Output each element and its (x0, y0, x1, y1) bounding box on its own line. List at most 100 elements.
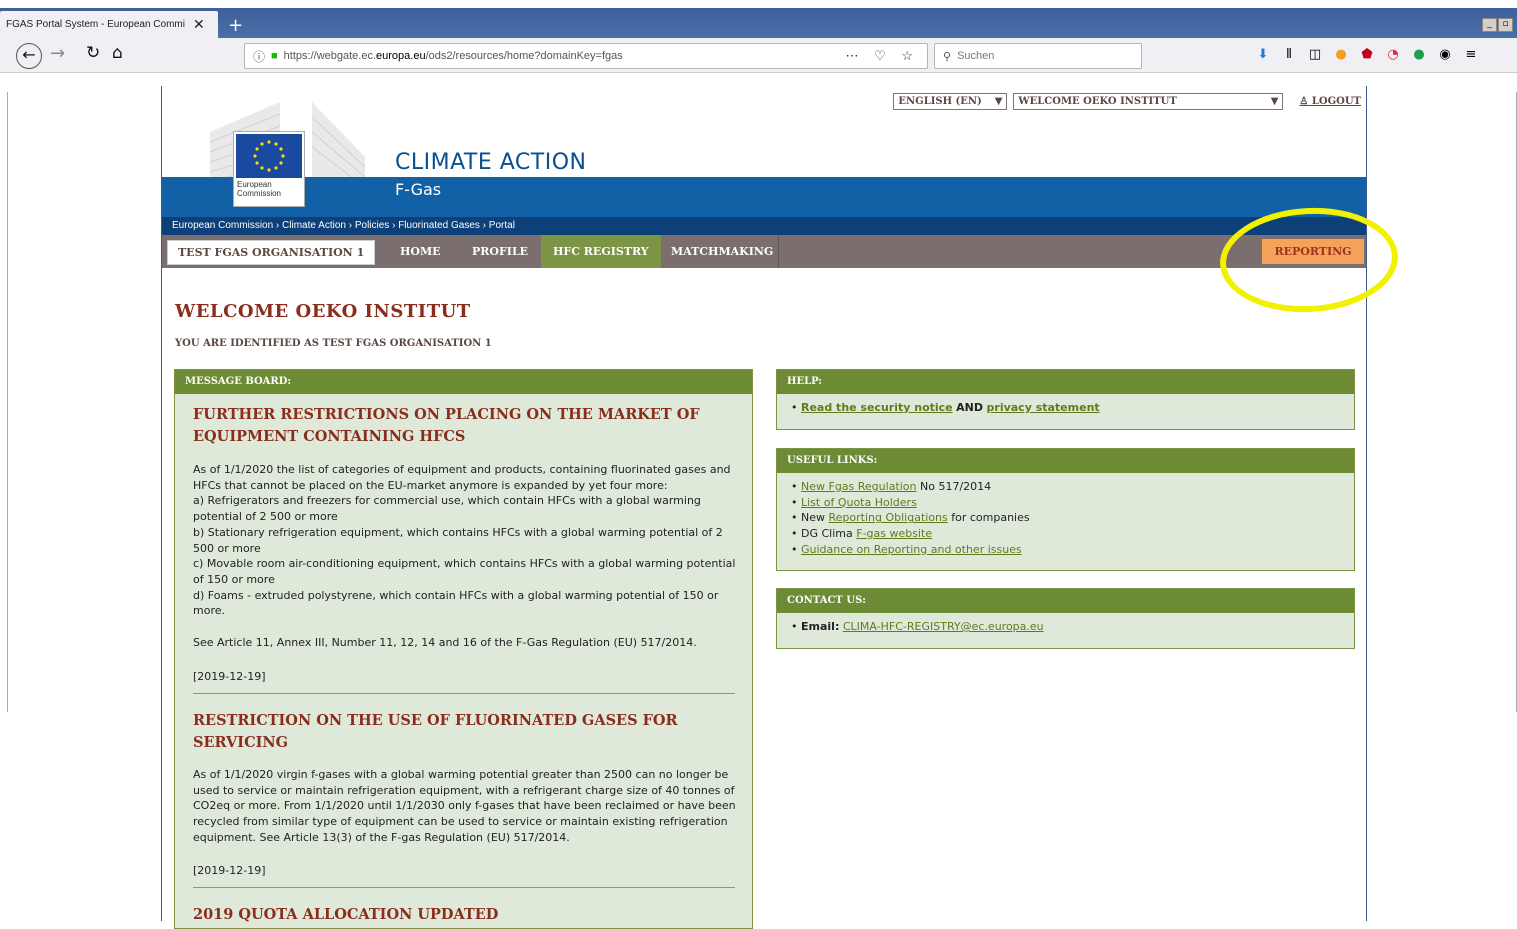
message-title: FURTHER RESTRICTIONS ON PLACING ON THE M… (193, 406, 700, 445)
organisation-value: WELCOME OEKO INSTITUT (1018, 96, 1177, 107)
privacy-statement-link[interactable]: privacy statement (987, 401, 1100, 414)
list-item: • List of Quota Holders (791, 495, 917, 509)
tab-close-icon[interactable]: ✕ (193, 17, 205, 33)
eu-logo-overlay: European Commission (233, 131, 305, 207)
minimize-icon[interactable]: _ (1482, 18, 1497, 32)
useful-links-box: USEFUL LINKS: • New Fgas Regulation No 5… (776, 448, 1355, 571)
fgas-website-link[interactable]: F-gas website (856, 527, 932, 540)
list-item: • DG Clima F-gas website (791, 527, 933, 541)
chevron-down-icon: ▼ (994, 96, 1003, 107)
search-icon: ⚲ (943, 50, 952, 63)
url-actions-icons[interactable]: ⋯ ♡ ☆ (845, 48, 919, 64)
organisation-select[interactable]: WELCOME OEKO INSTITUT ▼ (1013, 93, 1284, 110)
link-prefix: New (801, 511, 825, 525)
extension-red-icon[interactable]: ◔ (1386, 48, 1400, 62)
language-value: ENGLISH (EN) (898, 96, 982, 107)
browser-tab[interactable]: FGAS Portal System - European Commi ✕ (0, 11, 218, 38)
download-icon[interactable]: ⬇ (1256, 48, 1270, 62)
useful-links-list: • New Fgas Regulation No 517/2014 • List… (777, 473, 1354, 558)
message-title: 2019 QUOTA ALLOCATION UPDATED (193, 906, 499, 923)
useful-links-header: USEFUL LINKS: (777, 449, 1354, 473)
url-text: https://webgate.ec.europa.eu/ods2/resour… (283, 50, 623, 62)
window-controls: _ ▫ (1482, 18, 1513, 32)
help-and: AND (956, 401, 984, 414)
logout-link[interactable]: ♙ LOGOUT (1299, 96, 1361, 107)
site-container: ENGLISH (EN) ▼ WELCOME OEKO INSTITUT ▼ ♙… (161, 86, 1401, 929)
info-icon[interactable]: ⓘ (253, 48, 265, 65)
email-label: Email: (801, 620, 840, 633)
menu-hfc-registry[interactable]: HFC REGISTRY (541, 235, 661, 268)
eu-logo-text: European Commission (237, 180, 281, 198)
message-body: As of 1/1/2020 virgin f-gases with a glo… (193, 768, 736, 844)
header-band (162, 177, 1366, 217)
list-item: • New Reporting Obligations for companie… (791, 511, 1030, 525)
help-box: HELP: • Read the security notice AND pri… (776, 369, 1355, 430)
eu-text-1: European (237, 180, 272, 189)
message-date: [2019-12-19] (193, 670, 266, 683)
new-tab-button[interactable]: + (228, 17, 243, 35)
message-board-header: MESSAGE BOARD: (175, 370, 752, 394)
list-item: • Guidance on Reporting and other issues (791, 542, 1022, 556)
contact-header: CONTACT US: (777, 589, 1354, 613)
message-body: As of 1/1/2020 the list of categories of… (193, 463, 736, 649)
ublock-icon[interactable]: ⬟ (1360, 48, 1374, 62)
forward-icon[interactable]: → (50, 43, 65, 64)
sidebar-icon[interactable]: ◫ (1308, 48, 1322, 62)
list-item: • New Fgas Regulation No 517/2014 (791, 480, 992, 493)
toolbar-icons: ⬇ ⦀ ◫ ● ⬟ ◔ ● ◉ ≡ (1256, 48, 1478, 62)
browser-tabbar: FGAS Portal System - European Commi ✕ + … (0, 8, 1517, 38)
extension-green-icon[interactable]: ● (1412, 48, 1426, 62)
menu-profile[interactable]: PROFILE (472, 235, 528, 268)
eu-flag-icon (236, 134, 302, 178)
message-date: [2019-12-19] (193, 864, 266, 877)
page-title: WELCOME OEKO INSTITUT (175, 301, 471, 322)
lock-icon: ■ (271, 50, 278, 62)
identified-text: YOU ARE IDENTIFIED AS TEST FGAS ORGANISA… (175, 338, 492, 349)
help-body: • Read the security notice AND privacy s… (777, 394, 1354, 416)
site-subtitle: F-Gas (395, 180, 442, 199)
menu-organisation[interactable]: TEST FGAS ORGANISATION 1 (167, 240, 376, 265)
home-icon[interactable]: ⌂ (112, 43, 123, 63)
site-title: CLIMATE ACTION (395, 150, 587, 175)
message-board: MESSAGE BOARD: FURTHER RESTRICTIONS ON P… (174, 369, 753, 929)
breadcrumb[interactable]: European Commission › Climate Action › P… (162, 217, 1366, 235)
menu-matchmaking[interactable]: MATCHMAKING (671, 235, 773, 268)
logout-label: LOGOUT (1311, 96, 1361, 107)
search-input[interactable]: ⚲ Suchen (934, 43, 1142, 69)
menu-divider (778, 235, 779, 268)
link-suffix: for companies (951, 511, 1030, 525)
search-placeholder: Suchen (957, 50, 995, 62)
chevron-down-icon: ▼ (1270, 96, 1279, 107)
menu-home[interactable]: HOME (400, 235, 441, 268)
reporting-obligations-link[interactable]: Reporting Obligations (829, 511, 948, 524)
window-top-border (0, 0, 1517, 8)
fgas-regulation-link[interactable]: New Fgas Regulation (801, 480, 917, 493)
link-suffix: No 517/2014 (920, 480, 992, 493)
contact-email-link[interactable]: CLIMA-HFC-REGISTRY@ec.europa.eu (843, 620, 1044, 633)
header-controls: ENGLISH (EN) ▼ WELCOME OEKO INSTITUT ▼ ♙… (893, 93, 1361, 110)
bullet: • (791, 401, 801, 414)
back-icon[interactable]: ← (16, 43, 42, 69)
main-menu: TEST FGAS ORGANISATION 1 HOME PROFILE HF… (162, 235, 1366, 268)
url-bar[interactable]: ⓘ ■ https://webgate.ec.europa.eu/ods2/re… (244, 43, 928, 69)
help-header: HELP: (777, 370, 1354, 394)
quota-holders-link[interactable]: List of Quota Holders (801, 496, 917, 509)
browser-navbar: ← → ↻ ⌂ ⓘ ■ https://webgate.ec.europa.eu… (0, 38, 1517, 73)
contact-box: CONTACT US: • Email: CLIMA-HFC-REGISTRY@… (776, 588, 1355, 649)
language-select[interactable]: ENGLISH (EN) ▼ (893, 93, 1008, 110)
contact-body: • Email: CLIMA-HFC-REGISTRY@ec.europa.eu (777, 613, 1354, 635)
maximize-icon[interactable]: ▫ (1498, 18, 1513, 32)
message-divider (193, 693, 735, 694)
page-edge-left (7, 92, 8, 712)
library-icon[interactable]: ⦀ (1282, 48, 1296, 62)
guidance-link[interactable]: Guidance on Reporting and other issues (801, 543, 1022, 556)
message-divider (193, 887, 735, 888)
link-prefix: DG Clima (801, 527, 853, 541)
message-title: RESTRICTION ON THE USE OF FLUORINATED GA… (193, 712, 678, 751)
security-notice-link[interactable]: Read the security notice (801, 401, 953, 414)
reload-icon[interactable]: ↻ (86, 43, 100, 63)
menu-icon[interactable]: ≡ (1464, 48, 1478, 62)
extension-icon[interactable]: ● (1334, 48, 1348, 62)
account-icon[interactable]: ◉ (1438, 48, 1452, 62)
bullet: • (791, 620, 801, 633)
